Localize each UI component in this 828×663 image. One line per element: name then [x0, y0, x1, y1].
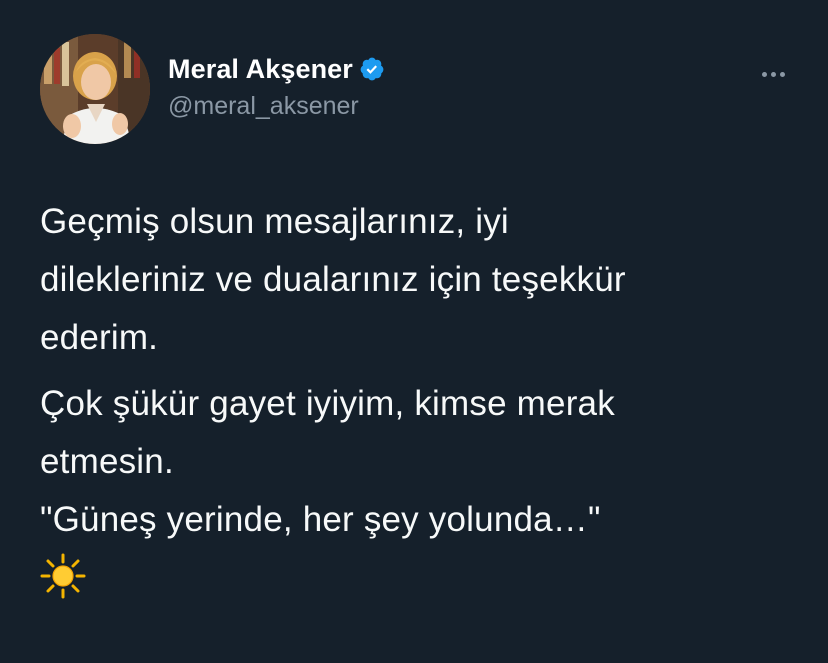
sun-emoji-icon: [40, 553, 86, 599]
tweet-paragraph: Çok şükür gayet iyiyim, kimse merak etme…: [40, 384, 615, 539]
more-horizontal-icon-dot: [770, 71, 776, 77]
more-options-button[interactable]: [753, 64, 793, 84]
author-display-name[interactable]: Meral Akşener: [168, 54, 353, 85]
profile-photo: [40, 34, 150, 144]
tweet-paragraph: Geçmiş olsun mesajlarınız, iyi dilekleri…: [40, 202, 626, 357]
tweet-text: Geçmiş olsun mesajlarınız, iyi dilekleri…: [40, 193, 800, 599]
author-name-row[interactable]: Meral Akşener: [168, 52, 385, 86]
verified-badge-icon: [359, 56, 385, 82]
tweet-card: Meral Akşener @meral_aksener Geçmiş olsu…: [0, 0, 828, 663]
author-handle[interactable]: @meral_aksener: [168, 92, 359, 121]
more-horizontal-icon-dot: [779, 71, 785, 77]
more-horizontal-icon: [761, 71, 767, 77]
tweet-header: Meral Akşener @meral_aksener: [40, 34, 800, 144]
avatar[interactable]: [40, 34, 150, 144]
